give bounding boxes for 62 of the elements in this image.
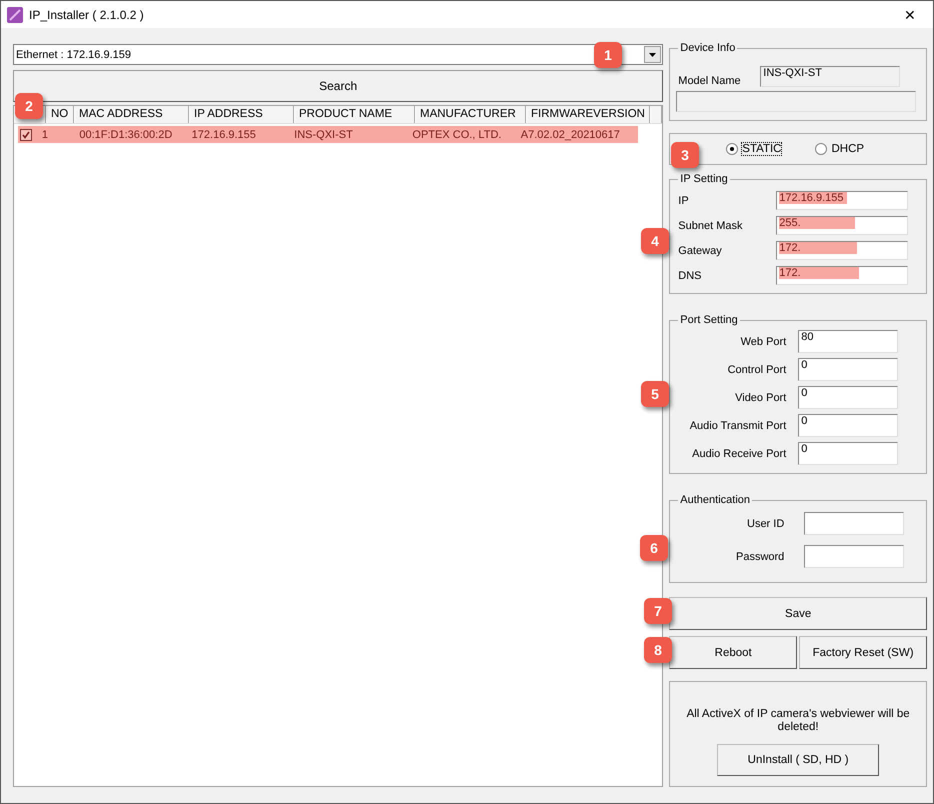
ip-input-field[interactable]: 172. [776,241,908,260]
uninstall-button[interactable]: UnInstall ( SD, HD ) [717,744,880,776]
port-input-field[interactable]: 0 [798,414,898,437]
port-input-field[interactable]: 0 [798,358,898,381]
radio-option[interactable]: DHCP [815,143,864,155]
field-label: Model Name [678,74,742,86]
step-badge: 1 [594,42,622,68]
ip-input-field[interactable]: 255. [776,216,908,235]
step-badge: 3 [671,142,699,168]
field-label: User ID [746,518,786,530]
column-header[interactable]: PRODUCT NAME [294,106,415,123]
column-header[interactable]: MANUFACTURER [415,106,526,123]
window-title: IP_Installer ( 2.1.0.2 ) [29,8,145,22]
text-input-field[interactable] [804,512,904,535]
table-cell-text: OPTEX CO., LTD. [411,128,502,140]
step-badge: 8 [644,637,672,663]
field-label: Gateway [678,244,723,256]
app-icon [7,6,23,22]
table-cell-text: A7.02.02_20210617 [520,128,621,140]
field-label: Audio Receive Port [691,448,788,460]
step-badge: 2 [15,93,43,119]
field-label: Audio Transmit Port [688,420,788,432]
text-input-field[interactable] [804,545,904,568]
port-input-field[interactable]: 0 [798,386,898,409]
column-header[interactable]: FIRMWAREVERSION [526,106,650,123]
field-label: Password [734,550,786,562]
field-label: Video Port [734,392,788,404]
group-title: Port Setting [679,314,739,326]
field-label: Web Port [740,336,788,348]
factory-reset-button[interactable]: Factory Reset (SW) [799,636,927,669]
field-label: Subnet Mask [678,220,744,232]
group-title: Authentication [679,494,751,506]
ip-input-field[interactable]: 172.16.9.155 [776,191,908,210]
dropdown-arrow-icon [649,52,656,56]
search-button[interactable]: Search [13,70,664,102]
model-name-field: INS-QXI-ST [760,66,900,87]
warning-text: All ActiveX of IP camera's webviewer will be deleted! [686,708,911,734]
ip-input-field[interactable]: 172. [776,266,908,285]
field-label: DNS [678,270,703,282]
step-badge: 6 [640,535,668,561]
field-label: IP [678,194,690,206]
group-title: IP Setting [679,173,729,185]
step-badge: 7 [644,598,672,624]
checkbox[interactable] [20,128,32,140]
group-title: Device Info [679,42,736,54]
radio-option[interactable]: STATIC [726,143,782,155]
port-input-field[interactable]: 0 [798,442,898,465]
table-cell-text: INS-QXI-ST [293,128,354,140]
table-row[interactable]: 1 00:1F:D1:36:00:2D 172.16.9.155 INS-QXI-ST OPTEX CO., LTD. A7.02.02_20210617 [18,126,638,143]
step-badge: 5 [641,381,669,407]
table-cell-text: 1 [40,128,49,140]
column-header[interactable]: NO [46,106,74,123]
table-cell-text: 00:1F:D1:36:00:2D [78,128,174,140]
port-input-field[interactable]: 80 [798,330,898,353]
column-header[interactable]: MAC ADDRESS [74,106,189,123]
field-label: Control Port [726,364,788,376]
close-button[interactable]: ✕ [887,6,933,22]
step-badge: 4 [641,228,669,254]
save-button[interactable]: Save [669,597,927,630]
reboot-button[interactable]: Reboot [669,636,798,669]
column-header[interactable]: IP ADDRESS [189,106,294,123]
table-cell-text: 172.16.9.155 [190,128,257,140]
